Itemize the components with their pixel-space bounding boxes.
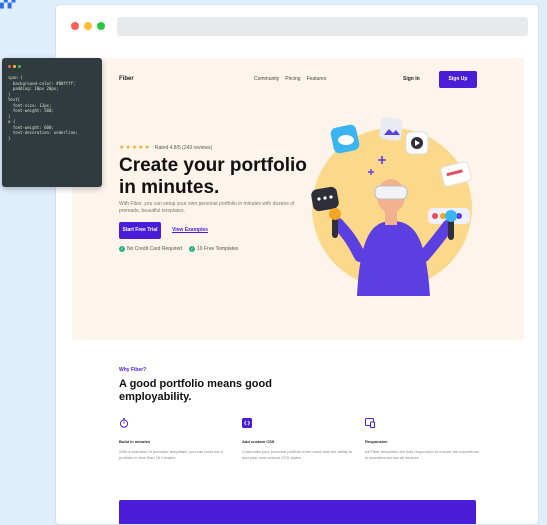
nav-link-features[interactable]: Features	[307, 76, 327, 82]
checkmark-icon: ✓	[189, 246, 196, 252]
code-window-dots	[8, 65, 96, 68]
checkmark-icon: ✓	[119, 246, 125, 252]
address-bar[interactable]	[117, 17, 528, 36]
code-editor-panel: span { background-color: #00ffff; paddin…	[2, 58, 102, 187]
browser-window: Fiber Community Pricing Features Sign In…	[55, 4, 539, 525]
code-icon	[242, 418, 252, 428]
view-examples-link[interactable]: View Examples	[172, 222, 208, 239]
check-label: No Credit Card Required	[127, 246, 183, 252]
feature-title: Build in minutes	[119, 439, 151, 444]
feature-description: Customize your personal portfolio even m…	[242, 449, 353, 460]
features-eyebrow: Why Fiber?	[119, 367, 147, 373]
minimize-window-dot[interactable]	[84, 22, 92, 30]
hero-description: With Fiber, you can setup your own perso…	[119, 201, 295, 214]
feature-description: With a selection of premade templates, y…	[119, 449, 223, 460]
devices-icon	[365, 418, 375, 428]
stopwatch-icon	[119, 418, 129, 428]
feature-card: Add custom CSS Customize your personal p…	[242, 418, 357, 461]
rating-text: Rated 4.8/5 (243 reviews)	[154, 144, 213, 151]
nav-link-pricing[interactable]: Pricing	[285, 76, 300, 82]
feature-title: Responsive	[365, 439, 388, 444]
nav-link-community[interactable]: Community	[254, 76, 279, 82]
corner-accent: ▞▞	[0, 0, 16, 9]
cta-banner[interactable]	[119, 500, 476, 524]
check-label: 10 Free Templates	[197, 246, 239, 252]
start-trial-button[interactable]: Start Free Trial	[119, 222, 161, 239]
check-item: ✓ 10 Free Templates	[189, 246, 238, 252]
brand-logo[interactable]: Fiber	[119, 76, 134, 82]
code-close-dot	[8, 65, 11, 68]
features-section: Why Fiber? A good portfolio means good e…	[72, 340, 524, 524]
hero-section: Fiber Community Pricing Features Sign In…	[72, 58, 524, 340]
feature-card: Responsive All Fiber templates are fully…	[365, 418, 480, 461]
rating-row: ★★★★★ Rated 4.8/5 (243 reviews)	[119, 144, 213, 152]
star-rating-icon: ★★★★★	[119, 145, 151, 151]
hero-checks: ✓ No Credit Card Required ✓ 10 Free Temp…	[119, 246, 238, 252]
feature-description: All Fiber templates are fully responsive…	[365, 449, 479, 460]
feature-title: Add custom CSS	[242, 439, 275, 444]
code-maximize-dot	[18, 65, 21, 68]
hero-illustration	[311, 117, 472, 296]
browser-toolbar	[56, 5, 538, 45]
play-app-icon	[405, 131, 429, 155]
landing-page: Fiber Community Pricing Features Sign In…	[72, 58, 524, 524]
maximize-window-dot[interactable]	[97, 22, 105, 30]
code-line: }	[8, 135, 11, 141]
top-nav: Community Pricing Features	[254, 76, 326, 82]
check-item: ✓ No Credit Card Required	[119, 246, 182, 252]
features-title: A good portfolio means good employabilit…	[119, 378, 272, 403]
hero-title: Create your portfolio in minutes.	[119, 155, 307, 198]
signup-button[interactable]: Sign Up	[439, 71, 477, 88]
image-app-icon	[379, 117, 403, 141]
code-minimize-dot	[13, 65, 16, 68]
signin-link[interactable]: Sign In	[403, 76, 420, 82]
feature-card: Build in minutes With a selection of pre…	[119, 418, 234, 461]
close-window-dot[interactable]	[71, 22, 79, 30]
cloud-app-icon	[330, 124, 360, 154]
